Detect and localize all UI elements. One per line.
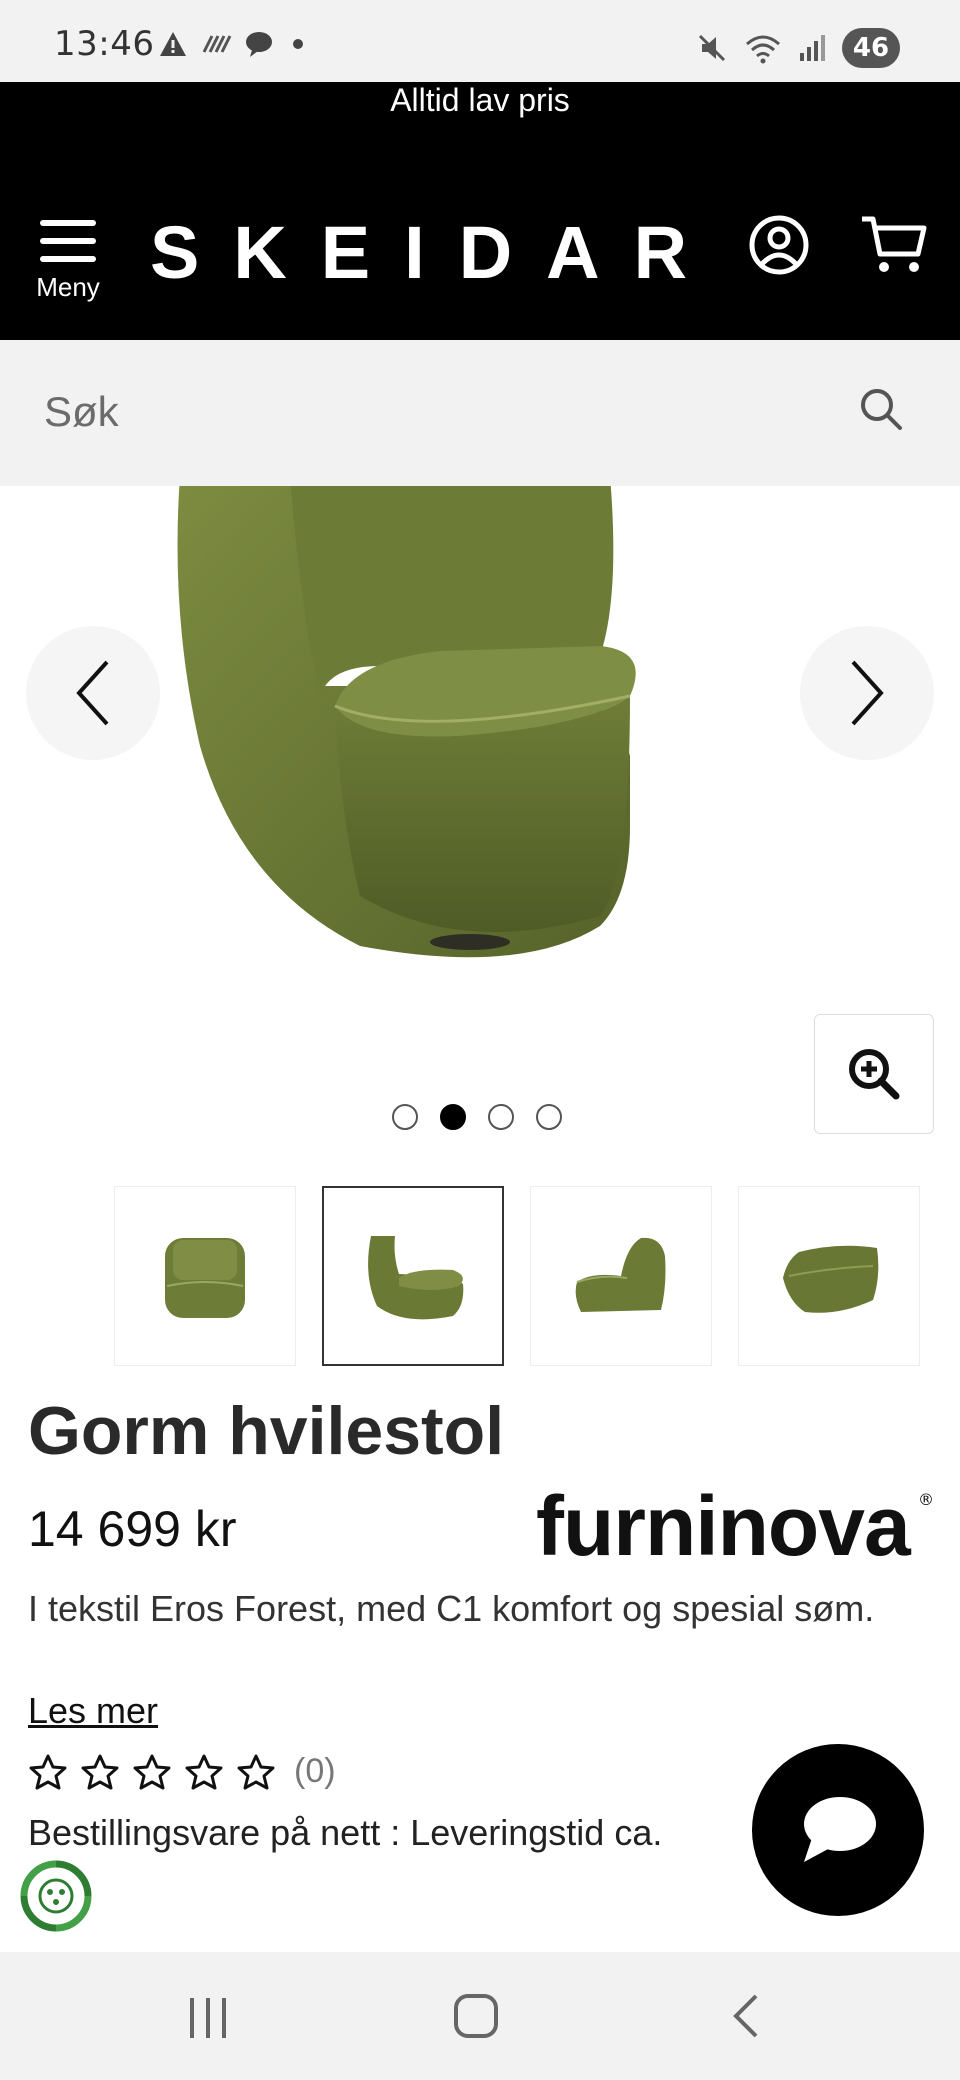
chevron-right-icon [851,660,884,726]
zoom-button[interactable] [814,1014,934,1134]
star-icon [81,1754,119,1789]
chat-button[interactable] [752,1744,924,1916]
pagination-dot[interactable] [488,1104,514,1130]
mute-icon [698,34,726,62]
star-icon [185,1754,223,1789]
registered-mark-icon: ® [918,1490,934,1509]
cart-icon [862,216,927,272]
pagination-dot-active[interactable] [440,1104,466,1130]
product-title: Gorm hvilestol [28,1393,505,1469]
previous-image-button[interactable] [26,626,160,760]
chair-thumbnail-image [575,1237,666,1312]
pagination-dot[interactable] [392,1104,418,1130]
product-description: I tekstil Eros Forest, med C1 komfort og… [28,1588,875,1629]
status-time: 13:46 [54,24,155,64]
search-icon[interactable] [858,386,904,432]
product-rating[interactable]: (0) [28,1752,336,1791]
availability-text: Bestillingsvare på nett : Leveringstid c… [28,1812,663,1853]
review-count: (0) [294,1752,336,1790]
thumbnail-angle[interactable] [322,1186,504,1366]
wifi-icon [746,35,780,64]
status-system-icons: 46 [696,28,900,68]
home-icon[interactable] [452,1992,500,2040]
product-price: 14 699 kr [28,1501,237,1557]
warning-icon [160,32,186,56]
account-button[interactable] [748,214,810,276]
skeidar-logo[interactable]: SKEIDAR [150,210,690,295]
hamburger-icon [40,220,96,262]
star-icon [237,1754,275,1789]
chair-thumbnail-image [783,1245,879,1313]
site-header: Meny SKEIDAR [0,138,960,340]
thumbnail-side[interactable] [530,1186,712,1366]
menu-label: Meny [36,272,100,302]
chair-thumbnail-image [165,1238,245,1318]
status-bar: 13:46 46 [0,0,960,82]
thumbnail-back[interactable] [738,1186,920,1366]
back-icon[interactable] [728,1992,764,2040]
thumbnail-front[interactable] [114,1186,296,1366]
zoom-in-icon [849,1049,900,1100]
brand-logo[interactable]: furninova [536,1478,911,1575]
chat-icon [804,1797,876,1862]
recent-apps-icon[interactable] [186,1996,230,2040]
system-nav-bar [0,1952,960,2080]
user-icon [749,215,809,275]
product-image[interactable] [160,486,800,976]
star-icon [133,1754,171,1789]
chair-thumbnail-image [368,1236,464,1320]
status-notification-icons [158,30,310,58]
star-icon [29,1754,67,1789]
signal-icon [800,35,825,61]
search-bar [0,340,960,486]
promo-bar: Alltid lav pris [0,82,960,138]
gallery-pagination [392,1104,562,1130]
battery-indicator: 46 [842,28,900,68]
recycle-icon [20,1860,92,1932]
read-more-link[interactable]: Les mer [28,1690,158,1732]
wifi-calling-icon [202,35,232,53]
dot-icon [293,39,303,49]
pagination-dot[interactable] [536,1104,562,1130]
eco-badge[interactable] [18,1858,94,1934]
product-gallery[interactable] [0,486,960,1166]
thumbnail-strip [114,1186,920,1366]
chevron-left-icon [76,660,109,726]
chat-bubble-icon [246,32,272,57]
cart-button[interactable] [860,214,928,276]
next-image-button[interactable] [800,626,934,760]
search-input[interactable] [44,382,804,442]
menu-button[interactable]: Meny [30,216,106,316]
